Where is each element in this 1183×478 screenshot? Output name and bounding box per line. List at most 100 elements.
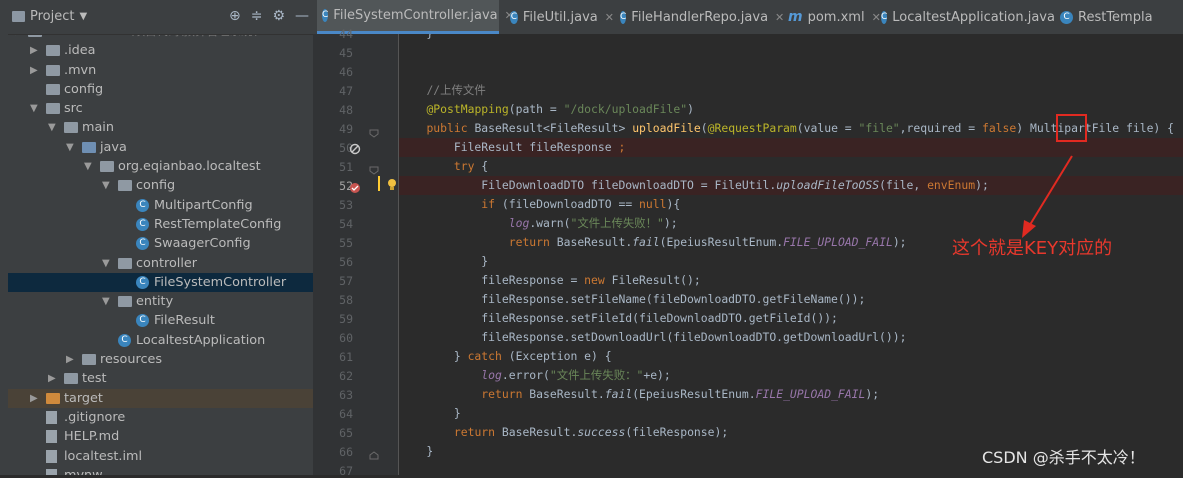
line-number: 58 (339, 293, 353, 307)
tree-item[interactable]: ▼ entity (8, 292, 313, 311)
tree-item[interactable]: C RestTemplateConfig (8, 215, 313, 234)
collapsed-arrow-icon[interactable]: ▶ (30, 389, 38, 408)
editor-tab[interactable]: C RestTempla (1055, 0, 1183, 34)
fold-icon[interactable] (369, 160, 379, 179)
line-number: 51 (339, 160, 353, 174)
code-line: } catch (Exception e) { (399, 349, 612, 363)
tab-label: FileSystemController.java (333, 8, 498, 23)
code-line: log.error("文件上传失败："+e); (481, 368, 671, 382)
tree-item[interactable]: C FileSystemController (8, 272, 313, 293)
highlight-box (1056, 114, 1087, 142)
disabled-breakpoint-icon[interactable] (349, 140, 361, 159)
editor-tab[interactable]: m pom.xml ✕ (783, 0, 881, 34)
tab-label: RestTempla (1078, 9, 1153, 25)
collapsed-arrow-icon[interactable]: ▶ (30, 41, 38, 60)
tree-item[interactable]: ▶ target (8, 388, 313, 408)
line-number: 55 (339, 236, 353, 250)
tree-item[interactable]: ▼ main (8, 118, 313, 137)
project-title: Project (30, 9, 75, 24)
expanded-arrow-icon[interactable]: ▼ (84, 157, 92, 176)
tree-item[interactable]: ▼ config (8, 176, 313, 195)
tab-label: FileHandlerRepo.java (631, 9, 769, 25)
collapsed-arrow-icon[interactable]: ▶ (48, 369, 56, 388)
chevron-down-icon: ▼ (79, 11, 88, 22)
lightbulb-icon[interactable] (387, 177, 397, 196)
tree-item[interactable]: C SwaagerConfig (8, 234, 313, 253)
folder-icon (64, 373, 78, 385)
tree-item[interactable]: config (8, 80, 313, 99)
line-number: 52 (339, 179, 353, 193)
code-line: } (399, 34, 1183, 43)
breakpoint-icon[interactable] (349, 179, 361, 198)
project-panel-header: Project ▼ ⊕ ≑ ⚙ — (8, 0, 313, 35)
class-icon: C (510, 10, 518, 24)
collapsed-arrow-icon[interactable]: ▶ (66, 350, 74, 369)
tree-item[interactable]: ▼ src (8, 99, 313, 118)
expanded-arrow-icon[interactable]: ▼ (102, 292, 110, 311)
line-number: 44 (339, 27, 353, 41)
line-number: 50 (339, 141, 353, 155)
line-number: 67 (339, 464, 353, 478)
line-number: 64 (339, 407, 353, 421)
expanded-arrow-icon[interactable]: ▼ (102, 176, 110, 195)
line-number: 63 (339, 388, 353, 402)
collapse-icon[interactable]: ≑ (251, 8, 263, 24)
fold-icon[interactable] (369, 446, 379, 465)
line-number: 66 (339, 445, 353, 459)
tree-item-label: org.eqianbao.localtest (118, 159, 261, 175)
folder-icon (46, 392, 60, 404)
tree-item[interactable]: C MultipartConfig (8, 196, 313, 215)
class-icon: C (136, 217, 149, 231)
tree-item[interactable]: ▼ java (8, 138, 313, 157)
line-number: 54 (339, 217, 353, 231)
fold-icon[interactable] (369, 123, 379, 142)
expanded-arrow-icon[interactable]: ▼ (48, 118, 56, 137)
close-icon[interactable]: ✕ (605, 11, 614, 24)
class-icon: C (136, 275, 149, 289)
editor-tab[interactable]: C FileHandlerRepo.java ✕ (615, 0, 784, 34)
expanded-arrow-icon[interactable]: ▼ (66, 138, 74, 157)
tree-item-label: config (136, 178, 176, 194)
folder-icon (100, 161, 114, 173)
editor-tab[interactable]: C FileUtil.java ✕ (505, 0, 614, 34)
tree-item[interactable]: ▼ controller (8, 254, 313, 273)
code-line: fileResponse.setFileId(fileDownloadDTO.g… (399, 311, 838, 325)
tree-item[interactable]: ▶ .mvn (8, 61, 313, 80)
tree-item[interactable]: localtest.iml (8, 447, 313, 466)
file-icon (46, 430, 57, 444)
file-icon (46, 449, 57, 463)
folder-icon (118, 257, 132, 269)
tree-item[interactable]: ▼ org.eqianbao.localtest (8, 157, 313, 176)
tree-item[interactable]: ▶ test (8, 369, 313, 388)
tree-item-label: LocaltestApplication (136, 332, 266, 348)
editor-tab[interactable]: CLocaltestApplication.java✕ (876, 0, 1071, 34)
line-number: 60 (339, 331, 353, 345)
tree-item-label: MultipartConfig (154, 197, 253, 213)
watermark: CSDN @杀手不太冷！ (982, 448, 1145, 467)
hide-icon[interactable]: — (295, 8, 309, 24)
folder-icon (82, 354, 96, 366)
tree-item[interactable]: .gitignore (8, 408, 313, 427)
expanded-arrow-icon[interactable]: ▼ (102, 254, 110, 273)
tree-item-label: RestTemplateConfig (154, 216, 282, 232)
line-number: 49 (339, 122, 353, 136)
tree-item[interactable]: HELP.md (8, 427, 313, 446)
collapsed-arrow-icon[interactable]: ▶ (30, 61, 38, 80)
project-view-selector[interactable]: Project ▼ (12, 9, 87, 24)
tree-item[interactable]: mvnw (8, 466, 313, 475)
tree-item-label: FileResult (154, 313, 215, 329)
tree-item[interactable]: ▶ .idea (8, 41, 313, 60)
tree-item[interactable]: C FileResult (8, 311, 313, 330)
tree-item-label: controller (136, 255, 198, 271)
line-number: 59 (339, 312, 353, 326)
locate-icon[interactable]: ⊕ (229, 8, 241, 24)
gear-icon[interactable]: ⚙ (272, 8, 285, 24)
tree-item[interactable]: C LocaltestApplication (8, 331, 313, 350)
folder-icon (46, 64, 60, 76)
tree-item-label: .mvn (64, 62, 97, 78)
folder-icon (64, 122, 78, 134)
expanded-arrow-icon[interactable]: ▼ (30, 99, 38, 118)
tree-item[interactable]: ▶ resources (8, 350, 313, 369)
tree-item-label: test (82, 371, 107, 387)
line-number: 48 (339, 103, 353, 117)
